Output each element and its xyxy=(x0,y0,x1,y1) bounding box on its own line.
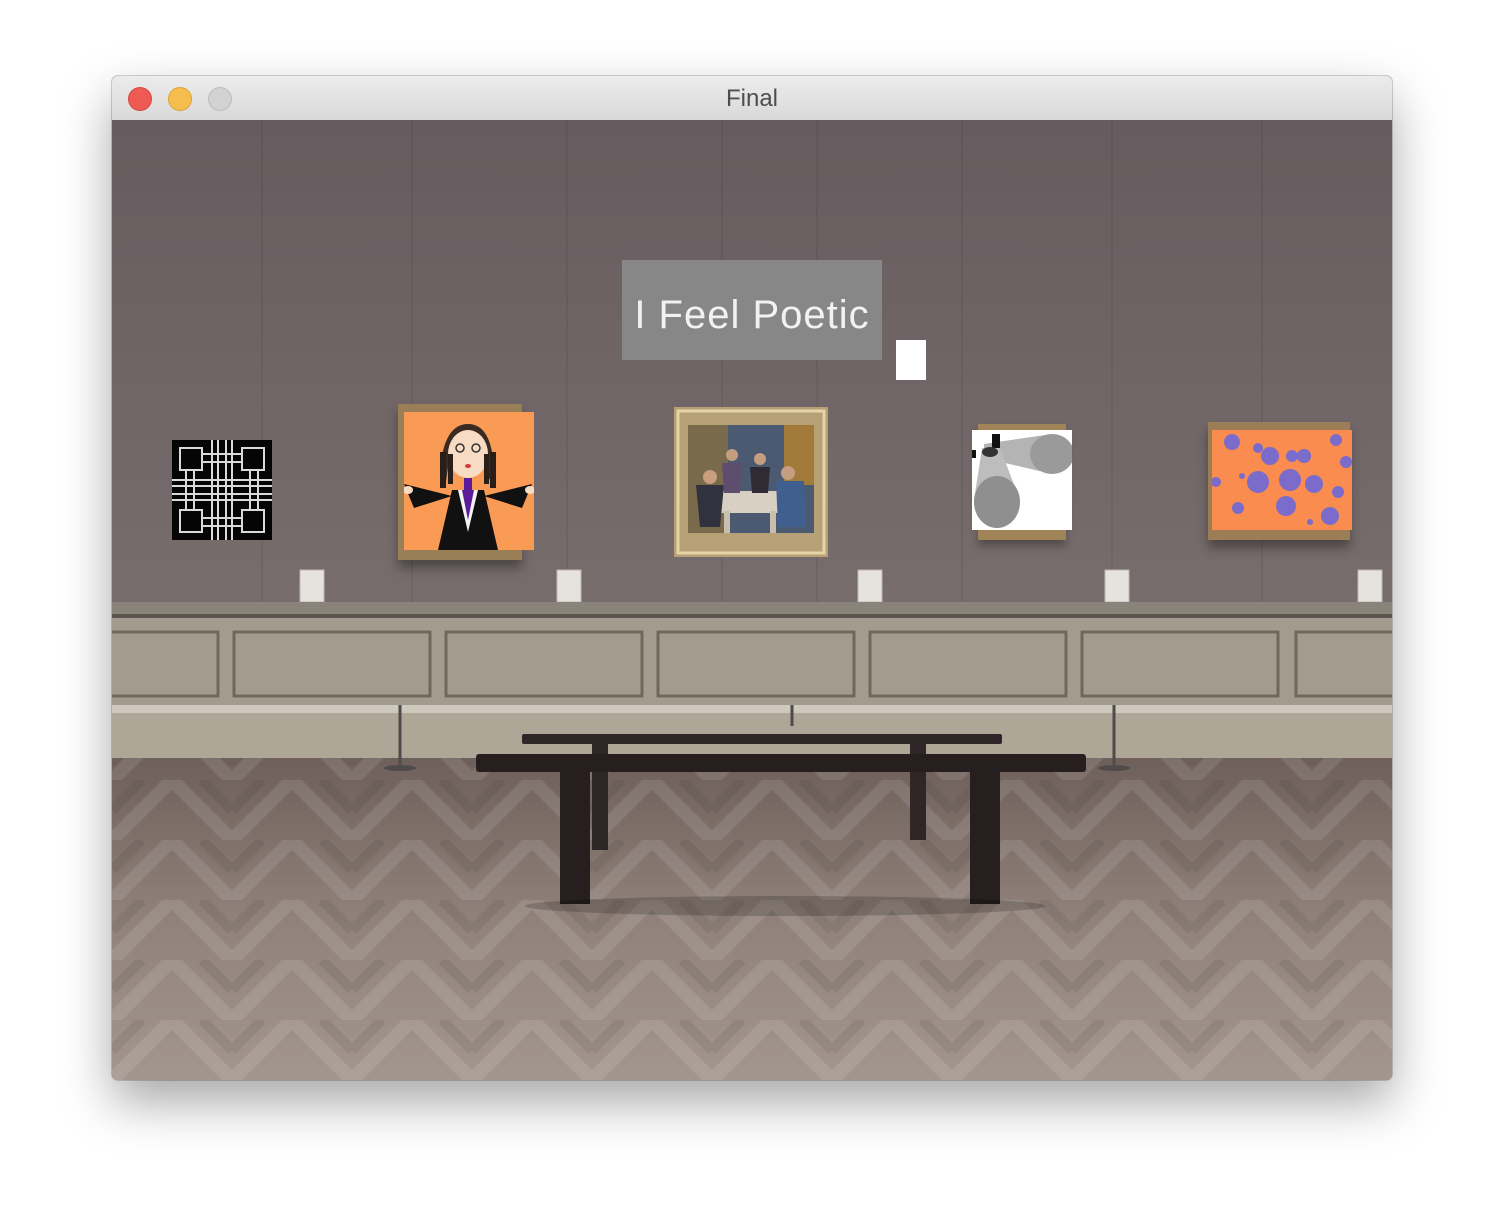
artwork-grey-tubes[interactable] xyxy=(972,430,1072,530)
gallery-canvas[interactable]: I Feel Poetic xyxy=(112,120,1392,1080)
app-window: Final I Feel Poetic xyxy=(112,76,1392,1080)
artwork-bw-pattern[interactable] xyxy=(172,440,272,540)
white-marker[interactable] xyxy=(896,340,926,380)
artwork-purple-dots[interactable] xyxy=(1212,430,1352,530)
artwork-card-players[interactable] xyxy=(674,407,828,557)
gallery-title-button[interactable]: I Feel Poetic xyxy=(622,260,882,360)
title-bar[interactable]: Final xyxy=(112,76,1392,121)
window-title: Final xyxy=(725,85,779,112)
artwork-orange-portrait[interactable] xyxy=(404,412,534,550)
